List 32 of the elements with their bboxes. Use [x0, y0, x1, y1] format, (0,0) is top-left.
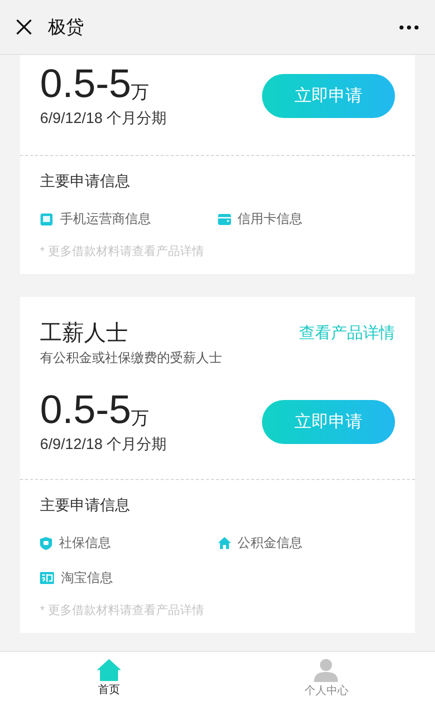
- apply-button[interactable]: 立即申请: [262, 400, 395, 444]
- more-icon[interactable]: [399, 24, 419, 30]
- home-icon: [218, 537, 230, 549]
- details-link[interactable]: 查看产品详情: [299, 324, 395, 344]
- terms-text: 6/9/12/18 个月分期: [40, 435, 167, 455]
- section-title: 主要申请信息: [40, 172, 131, 192]
- window-title: 极贷: [48, 16, 84, 38]
- product-subtitle: 有公积金或社保缴费的受薪人士: [40, 349, 222, 367]
- unit-text: 万: [131, 81, 150, 103]
- info-label: 社保信息: [59, 534, 111, 552]
- note-text: * 更多借款材料请查看产品详情: [40, 602, 206, 619]
- close-icon[interactable]: [16, 19, 32, 35]
- wallet-icon: [218, 214, 230, 224]
- info-label: 淘宝信息: [61, 569, 113, 587]
- tab-item[interactable]: 首页: [0, 652, 218, 704]
- info-label: 公积金信息: [238, 534, 302, 552]
- amount-text: 0.5-5: [40, 63, 132, 105]
- unit-text: 万: [131, 407, 150, 429]
- apply-button[interactable]: 立即申请: [262, 74, 395, 118]
- shield-icon: [40, 536, 52, 550]
- info-label: 手机运营商信息: [60, 210, 151, 228]
- amount-text: 0.5-5: [40, 389, 132, 431]
- note-text: * 更多借款材料请查看产品详情: [40, 243, 206, 260]
- taobao-icon: [40, 572, 54, 584]
- home-icon: [96, 659, 121, 681]
- terms-text: 6/9/12/18 个月分期: [40, 109, 167, 129]
- tab-item[interactable]: 个人中心: [218, 652, 435, 704]
- section-title: 主要申请信息: [40, 496, 131, 516]
- product-title: 工薪人士: [40, 319, 129, 347]
- screen-icon: [40, 212, 53, 226]
- person-icon: [314, 658, 338, 682]
- info-label: 信用卡信息: [238, 210, 302, 228]
